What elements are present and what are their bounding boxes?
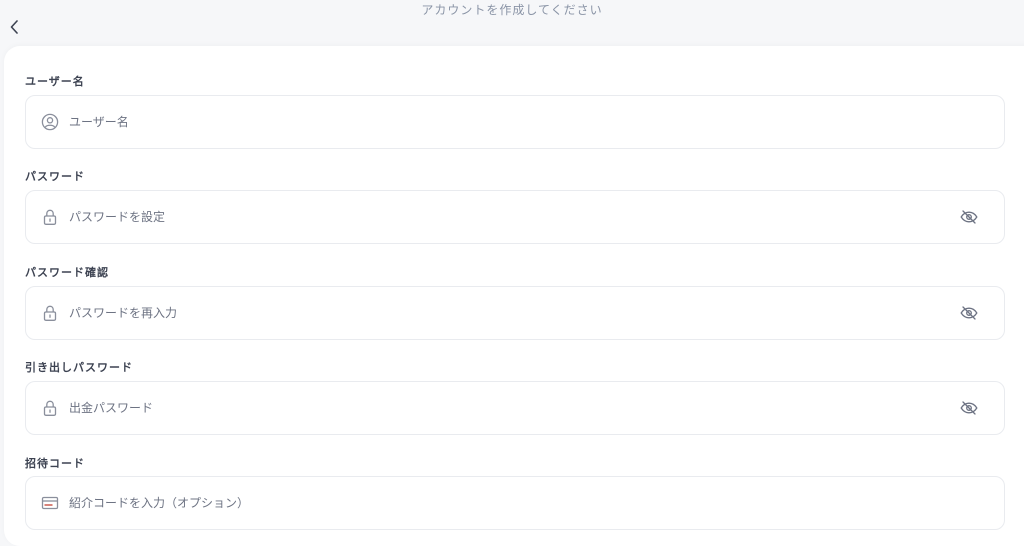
withdrawal-password-field (25, 381, 1005, 435)
username-field (25, 95, 1005, 149)
password-label: パスワード (25, 170, 85, 183)
confirm-password-label: パスワード確認 (25, 266, 109, 279)
username-label: ユーザー名 (25, 75, 85, 88)
chevron-left-icon (10, 20, 18, 34)
password-field (25, 190, 1005, 244)
invite-code-input[interactable] (69, 477, 1004, 529)
card-icon (40, 493, 60, 513)
confirm-password-input[interactable] (69, 287, 958, 339)
password-input[interactable] (69, 191, 958, 243)
top-bar: アカウントを作成してください (0, 0, 1024, 44)
username-input[interactable] (69, 96, 1004, 148)
lock-icon (40, 398, 60, 418)
withdrawal-password-label: 引き出しパスワード (25, 361, 133, 374)
confirm-password-field (25, 286, 1005, 340)
withdrawal-password-visibility-toggle[interactable] (958, 397, 980, 419)
eye-off-icon (960, 401, 978, 415)
invite-code-label: 招待コード (25, 457, 85, 470)
page-title: アカウントを作成してください (421, 3, 603, 17)
eye-off-icon (960, 210, 978, 224)
withdrawal-password-input[interactable] (69, 382, 958, 434)
lock-icon (40, 303, 60, 323)
invite-code-field (25, 476, 1005, 530)
password-visibility-toggle[interactable] (958, 206, 980, 228)
confirm-password-visibility-toggle[interactable] (958, 302, 980, 324)
back-button[interactable] (4, 16, 26, 38)
lock-icon (40, 207, 60, 227)
user-circle-icon (40, 112, 60, 132)
eye-off-icon (960, 306, 978, 320)
